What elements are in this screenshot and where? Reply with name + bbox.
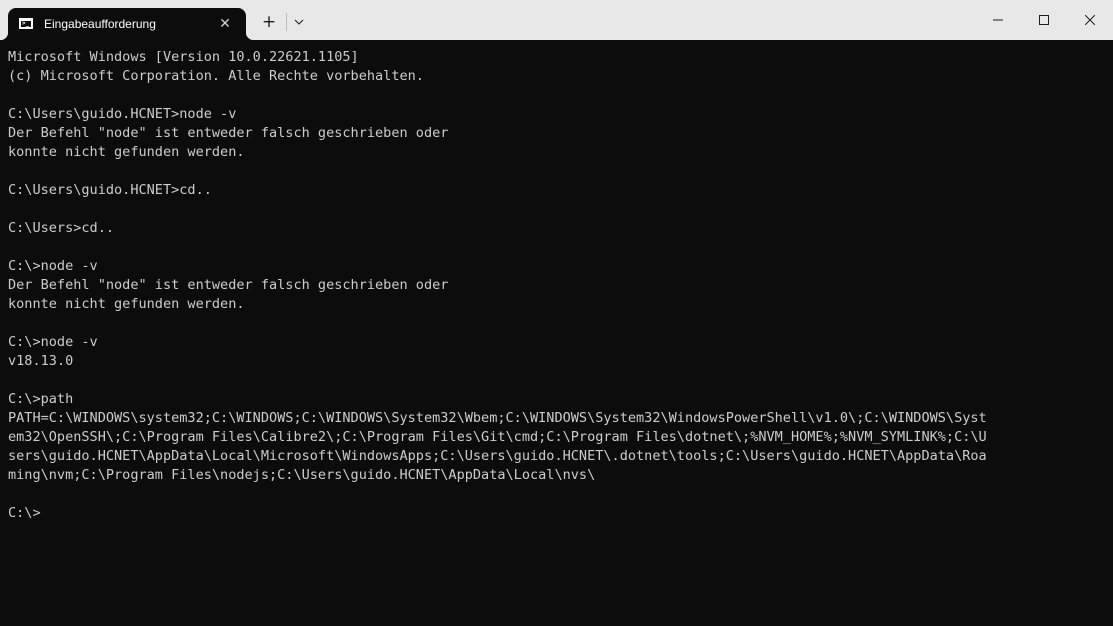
title-bar[interactable]: >_ Eingabeaufforderung ✕ + xyxy=(0,0,1113,40)
close-icon xyxy=(1085,15,1095,25)
new-tab-button[interactable]: + xyxy=(258,11,280,33)
chevron-down-icon[interactable] xyxy=(290,13,308,31)
console-line: Der Befehl "node" ist entweder falsch ge… xyxy=(8,125,449,141)
cmd-icon-glyph: >_ xyxy=(22,20,30,27)
minimize-button[interactable] xyxy=(975,0,1021,40)
console-line: konnte nicht gefunden werden. xyxy=(8,296,245,312)
terminal-window: >_ Eingabeaufforderung ✕ + Microsoft Win… xyxy=(0,0,1113,626)
console-line: Der Befehl "node" ist entweder falsch ge… xyxy=(8,277,449,293)
terminal-console[interactable]: Microsoft Windows [Version 10.0.22621.11… xyxy=(0,40,1113,626)
cmd-icon: >_ xyxy=(19,18,33,29)
console-line: em32\OpenSSH\;C:\Program Files\Calibre2\… xyxy=(8,429,987,445)
cmd-icon-screen: >_ xyxy=(21,20,31,27)
console-line: PATH=C:\WINDOWS\system32;C:\WINDOWS;C:\W… xyxy=(8,410,987,426)
tab-eingabeaufforderung[interactable]: >_ Eingabeaufforderung ✕ xyxy=(0,8,254,40)
minimize-icon xyxy=(993,19,1003,21)
maximize-icon xyxy=(1039,15,1049,25)
console-line: C:\> xyxy=(8,505,41,521)
console-line: C:\Users>cd.. xyxy=(8,220,115,236)
close-window-button[interactable] xyxy=(1067,0,1113,40)
console-line: ming\nvm;C:\Program Files\nodejs;C:\User… xyxy=(8,467,596,483)
tab-title: Eingabeaufforderung xyxy=(44,17,156,31)
maximize-button[interactable] xyxy=(1021,0,1067,40)
console-line: v18.13.0 xyxy=(8,353,74,369)
console-line: C:\>node -v xyxy=(8,258,98,274)
console-line: Microsoft Windows [Version 10.0.22621.11… xyxy=(8,49,359,65)
console-output: Microsoft Windows [Version 10.0.22621.11… xyxy=(8,48,1108,523)
tab-close-icon[interactable]: ✕ xyxy=(216,15,234,33)
console-line: (c) Microsoft Corporation. Alle Rechte v… xyxy=(8,68,424,84)
console-line: C:\>path xyxy=(8,391,74,407)
console-line: C:\Users\guido.HCNET>node -v xyxy=(8,106,237,122)
tab-divider xyxy=(286,13,287,31)
console-line: C:\Users\guido.HCNET>cd.. xyxy=(8,182,212,198)
console-line: sers\guido.HCNET\AppData\Local\Microsoft… xyxy=(8,448,987,464)
console-line: C:\>node -v xyxy=(8,334,98,350)
console-line: konnte nicht gefunden werden. xyxy=(8,144,245,160)
